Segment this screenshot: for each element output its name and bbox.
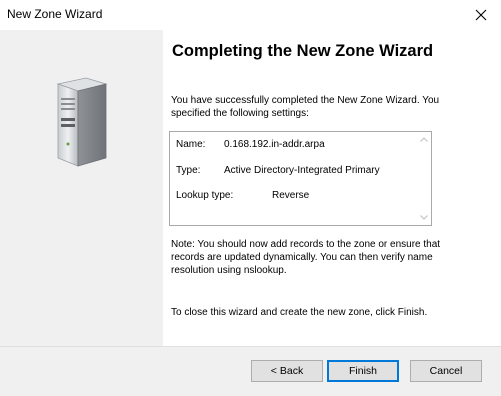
- chevron-down-icon: [419, 215, 428, 220]
- scroll-down-button[interactable]: [419, 213, 428, 222]
- button-bar: < Back Finish Cancel: [0, 346, 501, 396]
- window-title: New Zone Wizard: [7, 7, 103, 21]
- wizard-content: Completing the New Zone Wizard You have …: [163, 30, 501, 346]
- settings-summary-box[interactable]: Name: 0.168.192.in-addr.arpa Type: Activ…: [169, 131, 432, 226]
- setting-value: Active Directory-Integrated Primary: [224, 165, 380, 176]
- vertical-scrollbar[interactable]: [416, 132, 431, 225]
- setting-label: Name:: [176, 139, 206, 150]
- server-icon: [56, 77, 108, 167]
- setting-label: Type:: [176, 165, 201, 176]
- intro-text: You have successfully completed the New …: [171, 95, 440, 119]
- wizard-side-panel: [0, 30, 163, 346]
- close-button[interactable]: [461, 0, 501, 30]
- setting-value: Reverse: [272, 190, 310, 201]
- closing-text: To close this wizard and create the new …: [171, 307, 428, 318]
- back-button[interactable]: < Back: [251, 360, 323, 382]
- scroll-up-button[interactable]: [419, 135, 428, 144]
- setting-label: Lookup type:: [176, 190, 234, 201]
- title-bar: New Zone Wizard: [0, 0, 501, 30]
- page-title: Completing the New Zone Wizard: [172, 42, 434, 60]
- cancel-button[interactable]: Cancel: [410, 360, 482, 382]
- close-icon: [475, 9, 487, 21]
- chevron-up-icon: [419, 137, 428, 142]
- finish-button[interactable]: Finish: [327, 360, 399, 382]
- setting-value: 0.168.192.in-addr.arpa: [224, 139, 325, 150]
- note-text: Note: You should now add records to the …: [171, 239, 441, 276]
